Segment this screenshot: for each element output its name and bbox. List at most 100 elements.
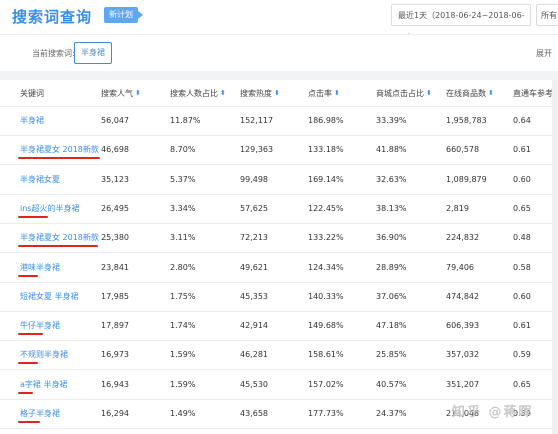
cell-mall-click-share: 38.13% [376,203,407,213]
cell-ref-price: 0.61 [513,145,531,155]
keyword-link[interactable]: 牛仔半身裙 [20,311,60,340]
cell-online-items: 224,832 [446,233,480,243]
column-header-keyword: 关键词 [20,80,44,106]
cell-mall-click-share: 25.85% [376,350,407,360]
plan-badge[interactable]: 新计划 [104,7,143,23]
cell-mall-click-share: 40.57% [376,379,407,389]
top-bar: 搜索词查询 新计划 最近1天（2018-06-24~2018-06-24） 所有 [0,0,558,42]
cell-search-popularity: 25,380 [101,233,129,243]
column-header-search-share[interactable]: 搜索人数占比 ⬍ [170,80,226,106]
cell-mall-click-share: 47.18% [376,321,407,331]
cell-search-share: 1.59% [170,350,196,360]
cell-search-popularity: 17,985 [101,291,129,301]
column-header-ctr[interactable]: 点击率 ⬍ [308,80,340,106]
table-row[interactable]: 半身裙夏女 2018新款 46,698 8.70% 129,363 133.18% 41.… [0,135,558,166]
table-row[interactable]: a字裙 半身裙 16,943 1.59% 45,530 157.02% 40.57% 351… [0,370,558,400]
cell-search-share: 1.75% [170,291,196,301]
keyword-link[interactable]: 短裙女夏 半身裙 [20,282,79,311]
table-row[interactable]: 半身裙 56,047 11.87% 152,117 186.98% 33.39% 1,958… [0,106,558,136]
keyword-table: 关键词 搜索人气 ⬍ 搜索人数占比 ⬍ 搜索热度 ⬍ 点击率 ⬍ 商城点击占比 ⬍ 在线商品数 ⬍ 直通车… [0,80,558,434]
column-header-online-items[interactable]: 在线商品数 ⬍ [446,80,494,106]
cell-search-share: 2.80% [170,262,196,272]
all-button[interactable]: 所有 [536,4,558,26]
highlight-underline [18,391,33,394]
cell-mall-click-share: 36.90% [376,233,407,243]
cell-ref-price: 0.60 [513,291,531,301]
sort-icon[interactable]: ⬍ [274,89,280,97]
cell-search-popularity: 46,698 [101,145,129,155]
cell-online-items: 606,393 [446,321,480,331]
cell-online-items: 1,958,783 [446,116,487,125]
expand-link[interactable]: 展开 [536,48,552,59]
keyword-link[interactable]: 不规则半身裙 [20,340,68,369]
cell-online-items: 660,578 [446,145,480,155]
cell-search-share: 3.11% [170,233,196,243]
keyword-link[interactable]: 半身裙夏女 2018新款 ... [20,223,109,252]
cell-online-items: 79,406 [446,262,474,272]
cell-online-items: 357,032 [446,350,480,360]
keyword-link[interactable]: 港味半身裙 [20,253,60,282]
cell-mall-click-share: 37.06% [376,291,407,301]
date-range-picker[interactable]: 最近1天（2018-06-24~2018-06-24） [391,4,531,42]
sort-icon[interactable]: ⬍ [334,89,340,97]
table-row[interactable]: 半身裙女夏 35,123 5.37% 99,498 169.14% 32.63% 1,089… [0,165,558,195]
cell-search-popularity: 16,973 [101,350,129,360]
cell-mall-click-share: 41.88% [376,145,407,155]
keyword-link[interactable]: 半身裙夏女 2018新款 [20,135,99,164]
keyword-link[interactable]: 半身裙女夏 [20,165,60,194]
watermark: 知乎 @蒋晖 [452,405,534,420]
cell-ref-price: 0.64 [513,116,531,125]
sort-icon[interactable]: ⬍ [426,89,432,97]
cell-search-heat: 72,213 [240,233,268,243]
cell-search-heat: 152,117 [240,116,274,125]
table-row[interactable]: 半身裙夏女 2018新款 ... 25,380 3.11% 72,213 133.22%… [0,223,558,254]
cell-search-heat: 46,281 [240,350,268,360]
sort-icon[interactable]: ⬍ [135,89,141,97]
keyword-link[interactable]: 半身裙 [20,106,44,135]
cell-ctr: 177.73% [308,409,344,418]
table-row[interactable]: 不规则半身裙 16,973 1.59% 46,281 158.61% 25.85% 357,… [0,340,558,371]
page-title: 搜索词查询 [12,8,93,26]
cell-ctr: 122.45% [308,203,344,213]
cell-search-share: 1.59% [170,379,196,389]
cell-ref-price: 0.58 [513,262,531,272]
column-header-search-heat[interactable]: 搜索热度 ⬍ [240,80,280,106]
cell-mall-click-share: 33.39% [376,116,407,125]
cell-ctr: 186.98% [308,116,344,125]
cell-search-share: 5.37% [170,174,196,184]
keyword-link[interactable]: 格子半身裙 [20,399,60,428]
cell-search-popularity: 26,495 [101,203,129,213]
table-row[interactable]: 牛仔半身裙 17,897 1.74% 42,914 149.68% 47.18% 606,3… [0,311,558,342]
cell-search-heat: 49,621 [240,262,268,272]
cell-search-share: 1.49% [170,409,196,418]
scrollbar[interactable] [552,80,558,434]
cell-search-heat: 45,353 [240,291,268,301]
cell-search-heat: 99,498 [240,174,268,184]
keyword-link[interactable]: a字裙 半身裙 [20,370,67,399]
cell-search-popularity: 17,897 [101,321,129,331]
cell-online-items: 1,089,879 [446,174,487,184]
sort-icon[interactable]: ⬍ [488,89,494,97]
cell-search-share: 8.70% [170,145,196,155]
cell-online-items: 474,842 [446,291,480,301]
sort-icon[interactable]: ⬍ [220,89,226,97]
keyword-link[interactable]: ins超火的半身裙 [20,194,79,223]
column-header-label: 关键词 [20,88,44,98]
table-row[interactable]: ins超火的半身裙 26,495 3.34% 57,625 122.45% 38.13% 2… [0,194,558,224]
column-header-search-popularity[interactable]: 搜索人气 ⬍ [101,80,141,106]
current-keyword-tag[interactable]: 半身裙 [74,42,112,64]
cell-search-heat: 45,530 [240,379,268,389]
column-header-mall-click-share[interactable]: 商城点击占比 ⬍ [376,80,432,106]
cell-ctr: 140.33% [308,291,344,301]
cell-ref-price: 0.59 [513,350,531,360]
cell-ctr: 169.14% [308,174,344,184]
table-row[interactable]: 港味半身裙 23,841 2.80% 49,621 124.34% 28.89% 79,40… [0,253,558,283]
highlight-underline [18,157,100,160]
cell-ctr: 149.68% [308,321,344,331]
cell-search-popularity: 16,294 [101,409,129,418]
filter-bar: 当前搜索词: 半身裙 展开 [0,34,558,72]
cell-search-popularity: 23,841 [101,262,129,272]
cell-ref-price: 0.65 [513,203,531,213]
table-row[interactable]: 短裙女夏 半身裙 17,985 1.75% 45,353 140.33% 37.06% 47… [0,282,558,312]
cell-search-share: 11.87% [170,116,201,125]
